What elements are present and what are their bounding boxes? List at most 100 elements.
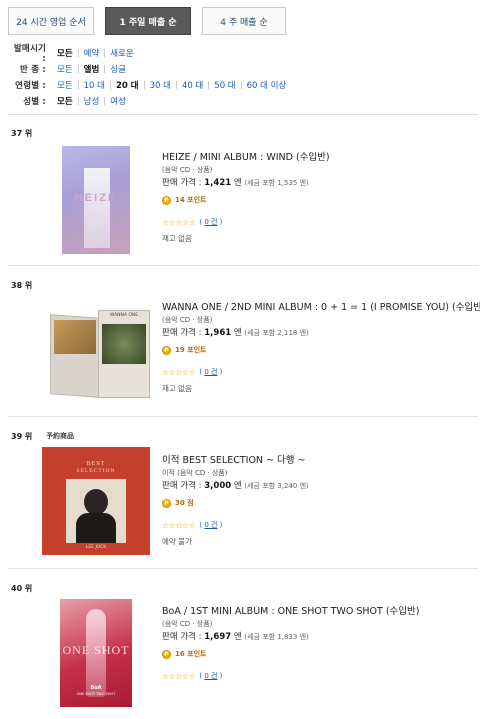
ranking-period-tabs: 24 시간 영업 순서 1 주일 매출 순 4 주 매출 순: [8, 7, 478, 35]
product-title[interactable]: HEIZE / MINI ALBUM : WIND (수입반): [162, 149, 330, 163]
cover-figure: [84, 168, 110, 248]
filter-option-10s[interactable]: 10 대: [79, 79, 110, 91]
price-tax: (세금 포함 3,240 엔): [244, 482, 309, 490]
divider: [8, 416, 478, 417]
points-value: 30 점: [175, 499, 194, 507]
review-count: 0 건: [204, 368, 218, 376]
price-label: 판매 가격 :: [162, 178, 202, 188]
filter-panel: 발매시기 : 모든 예약 새로운 반 종 : 모든 앨범 싱글 연령별 : 모든…: [8, 44, 468, 109]
divider: [8, 114, 478, 115]
price-line: 판매 가격 : 1,961 엔 (세금 포함 2,118 엔): [162, 326, 480, 338]
price-unit: 엔: [233, 481, 242, 491]
review-count-link[interactable]: ( 0 건 ): [199, 520, 222, 530]
cover-subtitle-text: SELECTION: [76, 468, 116, 474]
stock-status: 예약 불가: [162, 537, 192, 546]
point-coin-icon: P: [162, 498, 171, 508]
filter-release: 발매시기 : 모든 예약 새로운: [8, 44, 468, 64]
cover-subtitle-text: ONE SHOT TWO SHOT: [76, 692, 116, 696]
rank-label: 40 위: [11, 584, 33, 593]
filter-option-all[interactable]: 모든: [52, 63, 78, 75]
tab-4-weeks[interactable]: 4 주 매출 순: [202, 7, 286, 35]
divider: [8, 568, 478, 569]
price-tax: (세금 포함 1,833 엔): [244, 633, 309, 641]
filter-gender: 성별 : 모든 남성 여성: [8, 93, 468, 109]
review-count: 0 건: [204, 672, 218, 680]
review-count-link[interactable]: ( 0 건 ): [199, 671, 222, 681]
price-unit: 엔: [233, 178, 242, 188]
ranking-item: 37 위 HEIZE HEIZE / MINI ALBUM : WIND (수입…: [8, 128, 478, 258]
filter-option-album[interactable]: 앨범: [79, 63, 105, 75]
filter-option-40s[interactable]: 40 대: [177, 79, 208, 91]
points-line: P 16 포인트: [162, 649, 419, 659]
product-title[interactable]: WANNA ONE / 2ND MINI ALBUM : 0 + 1 = 1 (…: [162, 299, 480, 313]
filter-option-new[interactable]: 새로운: [105, 47, 138, 59]
price-label: 판매 가격 :: [162, 481, 202, 491]
review-count: 0 건: [204, 521, 218, 529]
cover-title-text: BEST: [86, 461, 106, 467]
cover-figure-body: [76, 513, 116, 543]
filter-option-all[interactable]: 모든: [52, 47, 78, 59]
point-coin-icon: P: [162, 649, 171, 659]
filter-option-preorder[interactable]: 예약: [79, 47, 105, 59]
points-value: 16 포인트: [175, 650, 207, 658]
price-line: 판매 가격 : 1,421 엔 (세금 포함 1,535 엔): [162, 176, 330, 188]
filter-label: 반 종 :: [20, 65, 46, 75]
rank-label: 37 위: [11, 129, 33, 138]
price-value: 1,961: [204, 328, 232, 338]
preorder-badge: 予約商品: [46, 432, 74, 440]
points-value: 14 포인트: [175, 196, 207, 204]
filter-label: 성별 :: [23, 97, 46, 107]
price-value: 1,697: [204, 632, 232, 642]
album-cover[interactable]: HEIZE: [62, 146, 130, 254]
price-tax: (세금 포함 2,118 엔): [244, 329, 309, 337]
price-value: 1,421: [204, 178, 232, 188]
points-line: P 14 포인트: [162, 195, 330, 205]
review-count-link[interactable]: ( 0 건 ): [199, 217, 222, 227]
price-label: 판매 가격 :: [162, 632, 202, 642]
filter-option-all[interactable]: 모든: [52, 79, 78, 91]
filter-option-all[interactable]: 모든: [52, 95, 78, 107]
divider: [8, 265, 478, 266]
star-rating-icon: ☆☆☆☆☆: [162, 217, 196, 227]
tab-1-week[interactable]: 1 주일 매출 순: [105, 7, 191, 35]
album-cover[interactable]: BEST SELECTION LEE JUCK: [42, 447, 150, 555]
product-title[interactable]: 이적 BEST SELECTION ~ 다행 ~: [162, 452, 309, 466]
filter-option-male[interactable]: 남성: [79, 95, 105, 107]
price-label: 판매 가격 :: [162, 328, 202, 338]
cover-photo-1: [54, 320, 96, 354]
star-rating-icon: ☆☆☆☆☆: [162, 671, 196, 681]
product-title[interactable]: BoA / 1ST MINI ALBUM : ONE SHOT TWO SHOT…: [162, 603, 419, 617]
rank-label: 38 위: [11, 281, 33, 290]
price-line: 판매 가격 : 3,000 엔 (세금 포함 3,240 엔): [162, 479, 309, 491]
review-line: ☆☆☆☆☆ ( 0 건 ): [162, 520, 309, 530]
filter-option-50s[interactable]: 50 대: [209, 79, 240, 91]
cover-artist-text: LEE JUCK: [85, 545, 107, 550]
rank-label: 39 위: [11, 432, 33, 441]
filter-option-20s[interactable]: 20 대: [111, 79, 144, 91]
album-cover[interactable]: WANNA ONE: [40, 294, 152, 398]
product-media: (음악 CD · 상품): [162, 620, 213, 628]
filter-option-female[interactable]: 여성: [105, 95, 131, 107]
filter-option-60s-plus[interactable]: 60 대 이상: [242, 79, 292, 91]
cover-text: WANNA ONE: [109, 313, 139, 318]
cover-artist-text: BoA: [90, 685, 102, 691]
points-line: P 30 점: [162, 498, 309, 508]
cover-photo-2: [102, 324, 146, 364]
price-unit: 엔: [233, 328, 242, 338]
filter-option-30s[interactable]: 30 대: [145, 79, 176, 91]
album-cover[interactable]: ONE SHOT BoA ONE SHOT TWO SHOT: [60, 599, 132, 707]
product-media: 이적 (음악 CD · 상품): [162, 469, 228, 477]
stock-status: 재고 없음: [162, 234, 192, 243]
cover-figure-head: [84, 489, 108, 515]
cover-title-text: ONE SHOT: [62, 643, 130, 657]
point-coin-icon: P: [162, 345, 171, 355]
cover-text: HEIZE: [74, 192, 118, 204]
review-count-link[interactable]: ( 0 건 ): [199, 367, 222, 377]
stock-status: 재고 없음: [162, 384, 192, 393]
filter-option-single[interactable]: 싱글: [105, 63, 131, 75]
ranking-item: 39 위 予約商品 BEST SELECTION LEE JUCK 이적 BES…: [8, 431, 478, 561]
price-tax: (세금 포함 1,535 엔): [244, 179, 309, 187]
tab-24-hours[interactable]: 24 시간 영업 순서: [8, 7, 94, 35]
review-line: ☆☆☆☆☆ ( 0 건 ): [162, 671, 419, 681]
product-media: (음악 CD · 상품): [162, 166, 213, 174]
